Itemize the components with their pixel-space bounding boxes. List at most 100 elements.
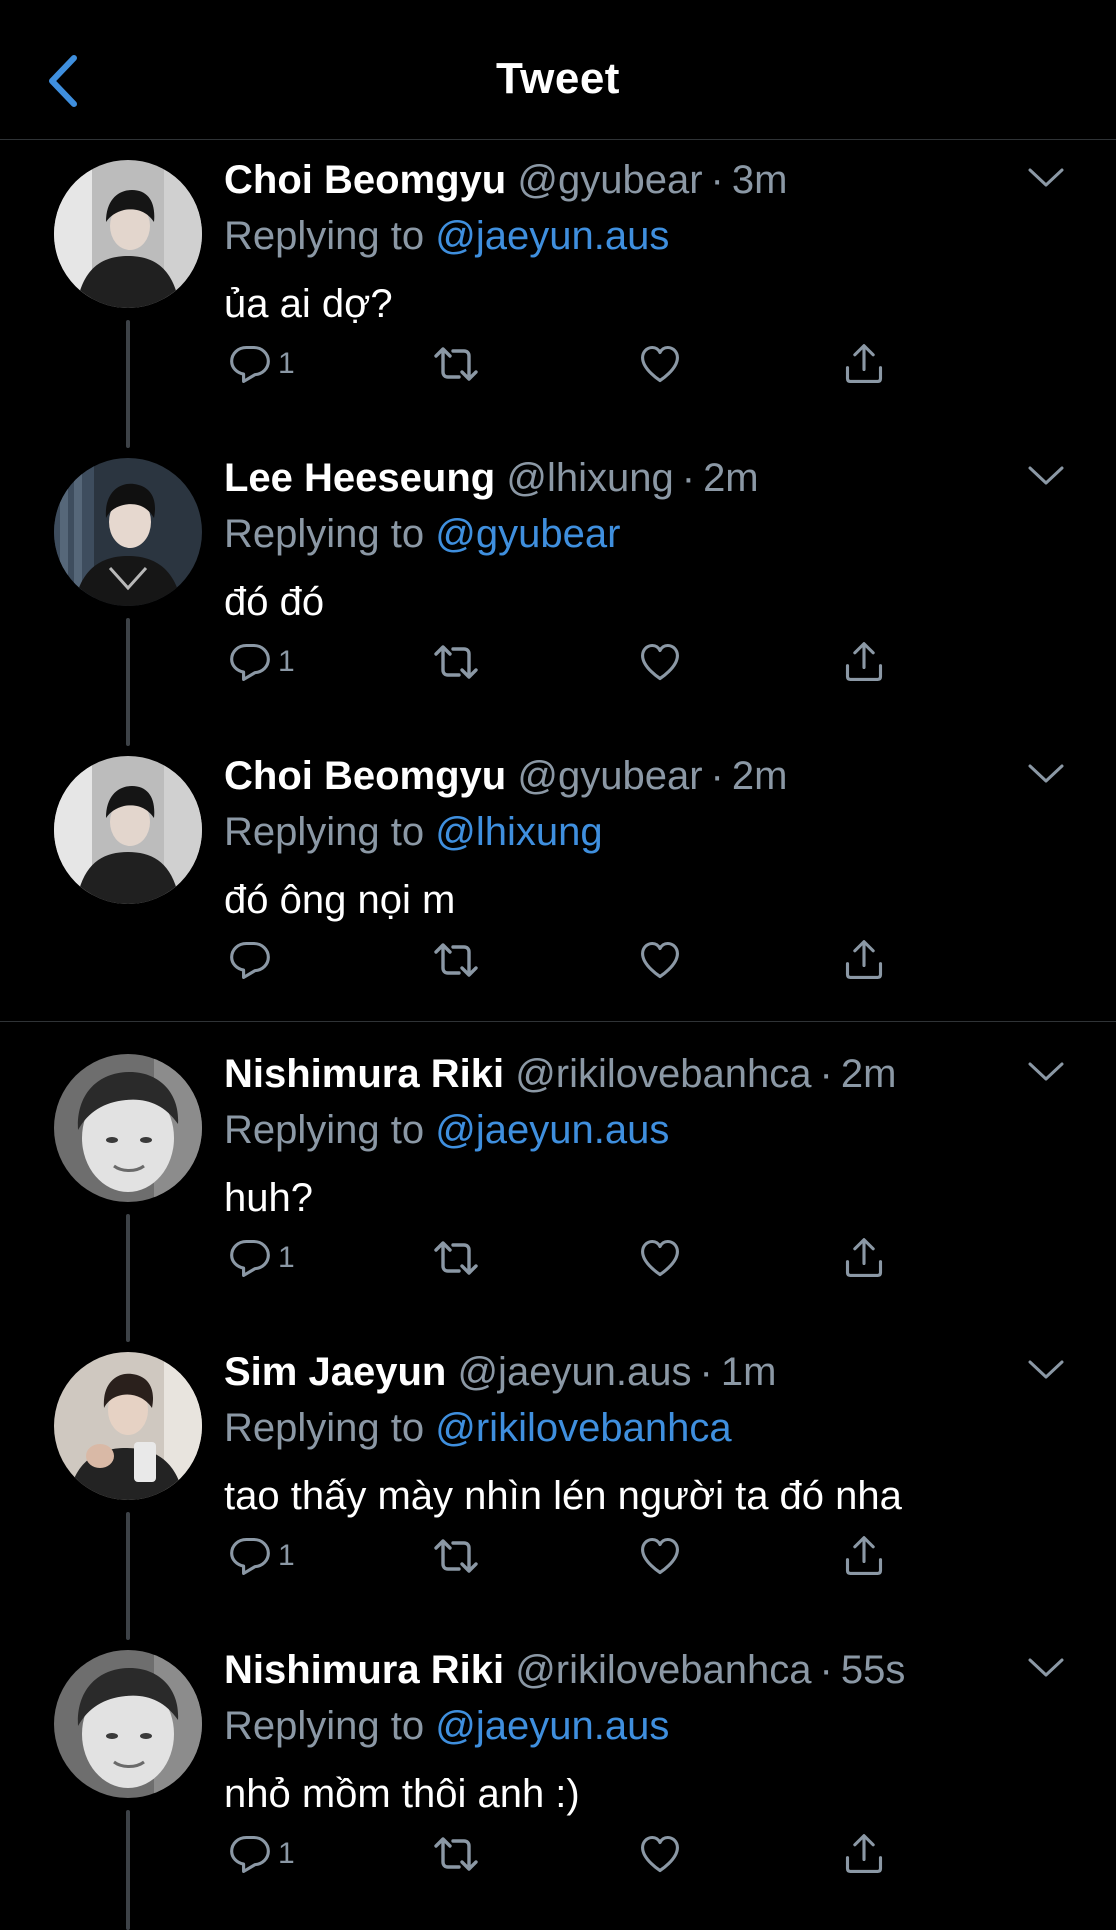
replying-to-link[interactable]: @rikilovebanhca: [435, 1406, 731, 1450]
tweet-actions: 1: [224, 1230, 924, 1290]
retweet-button[interactable]: [432, 634, 480, 690]
reply-button[interactable]: 1: [228, 1826, 295, 1882]
timestamp: 55s: [840, 1648, 906, 1692]
more-options-button[interactable]: [1022, 458, 1070, 498]
reply-icon: [228, 1534, 272, 1578]
like-icon: [638, 342, 682, 386]
tweet[interactable]: Choi Beomgyu @gyubear · 2m Replying to @…: [0, 736, 1116, 1034]
tweet-text: đó đó: [224, 580, 325, 624]
replying-to-label: Replying to: [224, 810, 425, 854]
reply-button[interactable]: 1: [228, 634, 295, 690]
chevron-down-icon: [1026, 464, 1066, 488]
retweet-button[interactable]: [432, 932, 480, 988]
reply-button[interactable]: 1: [228, 1528, 295, 1584]
replying-to-label: Replying to: [224, 1108, 425, 1152]
tweet-text: nhỏ mồm thôi anh :): [224, 1772, 580, 1816]
display-name[interactable]: Lee Heeseung: [224, 456, 495, 500]
sim-jaeyun-avatar[interactable]: [54, 1352, 202, 1500]
retweet-button[interactable]: [432, 1230, 480, 1286]
more-options-button[interactable]: [1022, 1650, 1070, 1690]
tweet[interactable]: Lee Heeseung @lhixung · 2m Replying to @…: [0, 438, 1116, 746]
like-button[interactable]: [638, 932, 682, 988]
tweet-text: ủa ai dợ?: [224, 282, 393, 326]
more-options-button[interactable]: [1022, 1054, 1070, 1094]
user-handle[interactable]: @jaeyun.aus: [457, 1350, 691, 1394]
like-icon: [638, 1534, 682, 1578]
reply-button[interactable]: 1: [228, 1230, 295, 1286]
more-options-button[interactable]: [1022, 756, 1070, 796]
user-handle[interactable]: @lhixung: [506, 456, 673, 500]
top-nav-bar: Tweet: [0, 0, 1116, 140]
thread-connector: [126, 320, 130, 448]
separator-dot: ·: [702, 754, 732, 798]
more-options-button[interactable]: [1022, 160, 1070, 200]
tweet-text: huh?: [224, 1176, 313, 1220]
share-button[interactable]: [842, 1528, 886, 1584]
like-icon: [638, 938, 682, 982]
thread-connector: [126, 1810, 130, 1930]
reply-count: 1: [278, 1539, 295, 1572]
chevron-down-icon: [1026, 1656, 1066, 1680]
replying-to-label: Replying to: [224, 512, 425, 556]
replying-to-link[interactable]: @jaeyun.aus: [435, 214, 669, 258]
nishimura-riki-avatar[interactable]: [54, 1054, 202, 1202]
thread-connector: [126, 1512, 130, 1640]
reply-count: 1: [278, 1241, 295, 1274]
reply-button[interactable]: 1: [228, 336, 295, 392]
tweet[interactable]: Sim Jaeyun @jaeyun.aus · 1m Replying to …: [0, 1332, 1116, 1640]
nishimura-riki-avatar[interactable]: [54, 1650, 202, 1798]
chevron-down-icon: [1026, 166, 1066, 190]
tweet-text: đó ông nọi m: [224, 878, 456, 922]
like-button[interactable]: [638, 1528, 682, 1584]
retweet-button[interactable]: [432, 1528, 480, 1584]
display-name[interactable]: Nishimura Riki: [224, 1052, 504, 1096]
tweet-actions: 1: [224, 634, 924, 694]
timestamp: 1m: [720, 1350, 777, 1394]
replying-to-link[interactable]: @lhixung: [435, 810, 602, 854]
user-handle[interactable]: @rikilovebanhca: [515, 1648, 811, 1692]
reply-count: 1: [278, 1837, 295, 1870]
user-handle[interactable]: @gyubear: [517, 158, 702, 202]
choi-beomgyu-avatar[interactable]: [54, 160, 202, 308]
timestamp: 2m: [703, 456, 759, 500]
display-name[interactable]: Choi Beomgyu: [224, 754, 506, 798]
tweet[interactable]: Nishimura Riki @rikilovebanhca · 55s Rep…: [0, 1630, 1116, 1930]
share-icon: [842, 341, 886, 387]
more-options-button[interactable]: [1022, 1352, 1070, 1392]
separator-dot: ·: [691, 1350, 721, 1394]
replying-to-label: Replying to: [224, 1406, 425, 1450]
like-button[interactable]: [638, 1826, 682, 1882]
retweet-icon: [432, 1830, 480, 1878]
separator-dot: ·: [811, 1052, 841, 1096]
display-name[interactable]: Sim Jaeyun: [224, 1350, 446, 1394]
retweet-button[interactable]: [432, 336, 480, 392]
separator-dot: ·: [673, 456, 704, 500]
replying-to-label: Replying to: [224, 214, 425, 258]
retweet-icon: [432, 1532, 480, 1580]
user-handle[interactable]: @rikilovebanhca: [515, 1052, 811, 1096]
replying-to-link[interactable]: @jaeyun.aus: [435, 1704, 669, 1748]
chevron-down-icon: [1026, 1358, 1066, 1382]
choi-beomgyu-avatar[interactable]: [54, 756, 202, 904]
user-handle[interactable]: @gyubear: [517, 754, 702, 798]
replying-to-link[interactable]: @gyubear: [435, 512, 620, 556]
share-button[interactable]: [842, 1826, 886, 1882]
share-button[interactable]: [842, 634, 886, 690]
display-name[interactable]: Choi Beomgyu: [224, 158, 506, 202]
share-icon: [842, 639, 886, 685]
like-button[interactable]: [638, 1230, 682, 1286]
like-button[interactable]: [638, 634, 682, 690]
replying-to-link[interactable]: @jaeyun.aus: [435, 1108, 669, 1152]
share-button[interactable]: [842, 1230, 886, 1286]
share-button[interactable]: [842, 932, 886, 988]
display-name[interactable]: Nishimura Riki: [224, 1648, 504, 1692]
reply-button[interactable]: [228, 932, 278, 988]
like-button[interactable]: [638, 336, 682, 392]
retweet-button[interactable]: [432, 1826, 480, 1882]
tweet[interactable]: Choi Beomgyu @gyubear · 3m Replying to @…: [0, 140, 1116, 448]
reply-icon: [228, 1236, 272, 1280]
share-button[interactable]: [842, 336, 886, 392]
thread-divider: [0, 1021, 1116, 1022]
lee-heeseung-avatar[interactable]: [54, 458, 202, 606]
tweet[interactable]: Nishimura Riki @rikilovebanhca · 2m Repl…: [0, 1034, 1116, 1342]
